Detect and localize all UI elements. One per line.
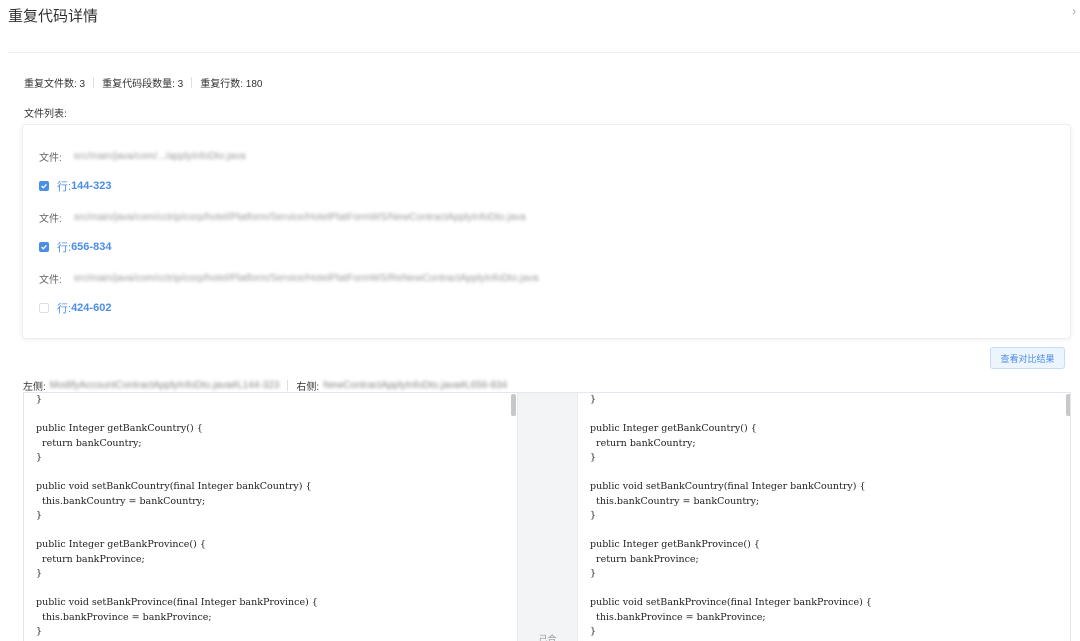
line-range-checkbox[interactable]: 行: 144-323 [39, 178, 111, 194]
line-prefix: 行: [57, 181, 72, 193]
code-line: public Integer getBankCountry() { [590, 423, 757, 434]
code-line: public void setBankProvince(final Intege… [36, 597, 318, 608]
code-line: return bankProvince; [36, 553, 145, 565]
file-list-label: 文件列表: [24, 109, 67, 120]
code-line: return bankProvince; [590, 553, 699, 565]
file-label: 文件: [39, 153, 62, 164]
duplicate-segments-count: 重复代码段数量: 3 [102, 79, 184, 90]
line-range: 144-323 [71, 180, 112, 192]
line-prefix: 行: [57, 303, 72, 315]
line-range: 424-602 [71, 302, 112, 314]
code-line: } [590, 510, 597, 521]
code-line: } [36, 568, 43, 579]
dialog-title: 重复代码详情 [8, 8, 99, 25]
line-range-checkbox[interactable]: 行: 424-602 [39, 300, 111, 316]
left-scrollbar[interactable] [511, 394, 516, 416]
view-compare-result-button[interactable]: 查看对比结果 [990, 347, 1065, 369]
stats-divider [191, 77, 193, 88]
file-list-card: 文件: src/main/java/com/.../applyInfoDto.j… [22, 124, 1071, 339]
code-line: } [36, 452, 43, 463]
right-side-file: NewContractApplyInfoDto.java#L656-834 [323, 380, 508, 391]
checkbox-checked-icon[interactable] [39, 242, 49, 252]
diff-gutter: 己合 [517, 393, 578, 641]
code-line: } [590, 626, 597, 637]
code-line: } [590, 452, 597, 463]
code-line: public Integer getBankProvince() { [36, 539, 206, 550]
code-line: } [590, 568, 597, 579]
code-line: this.bankCountry = bankCountry; [590, 495, 760, 507]
left-code-pane[interactable]: } public Integer getBankCountry() { retur… [24, 393, 517, 641]
right-side-label: 右侧: [296, 382, 320, 393]
checkbox-unchecked-icon[interactable] [39, 303, 49, 313]
code-line: public Integer getBankCountry() { [36, 423, 203, 434]
code-line: public void setBankCountry(final Integer… [36, 481, 312, 492]
close-icon[interactable]: › [1072, 6, 1076, 18]
duplicate-lines-count: 重复行数: 180 [200, 79, 263, 90]
duplicate-files-count: 重复文件数: 3 [24, 79, 86, 90]
line-prefix: 行: [57, 242, 72, 254]
header-divider [8, 52, 1080, 53]
compare-divider [287, 380, 289, 391]
right-scrollbar[interactable] [1066, 394, 1070, 416]
right-code-pane[interactable]: } public Integer getBankCountry() { retur… [578, 393, 1070, 641]
left-side-label: 左侧: [23, 382, 46, 393]
code-line: } [590, 394, 597, 405]
code-line: this.bankProvince = bankProvince; [36, 611, 212, 623]
file-path: src/main/java/com/.../applyInfoDto.java [73, 151, 246, 162]
file-label: 文件: [39, 275, 62, 286]
left-side-file: ModifyAccountContractApplyInfoDto.java#L… [49, 380, 280, 391]
code-line: public void setBankProvince(final Intege… [590, 597, 872, 608]
stats-divider [93, 77, 95, 88]
code-line: this.bankCountry = bankCountry; [36, 495, 206, 507]
code-line: public void setBankCountry(final Integer… [590, 481, 866, 492]
diff-viewer: } public Integer getBankCountry() { retur… [23, 392, 1071, 641]
file-row: 文件: src/main/java/com/cctrip/corp/hotel/… [39, 210, 526, 225]
code-line: } [36, 510, 43, 521]
code-line: return bankCountry; [590, 437, 696, 449]
line-range-checkbox[interactable]: 行: 656-834 [39, 239, 111, 255]
checkbox-checked-icon[interactable] [39, 181, 49, 191]
file-path: src/main/java/com/cctrip/corp/hotel/Plat… [73, 273, 539, 284]
code-line: } [36, 394, 43, 405]
file-row: 文件: src/main/java/com/.../applyInfoDto.j… [39, 149, 246, 164]
code-line: return bankCountry; [36, 437, 142, 449]
duplicate-stats: 重复文件数: 3 重复代码段数量: 3 重复行数: 180 [24, 75, 263, 90]
code-line: this.bankProvince = bankProvince; [590, 611, 766, 623]
file-path: src/main/java/com/cctrip/corp/hotel/Plat… [73, 212, 526, 223]
code-line: } [36, 626, 43, 637]
code-line: public Integer getBankProvince() { [590, 539, 760, 550]
file-label: 文件: [39, 214, 62, 225]
file-row: 文件: src/main/java/com/cctrip/corp/hotel/… [39, 271, 538, 286]
line-range: 656-834 [71, 241, 112, 253]
gutter-merge-label[interactable]: 己合 [518, 632, 577, 641]
compare-sides-labels: 左侧: ModifyAccountContractApplyInfoDto.ja… [23, 378, 507, 393]
